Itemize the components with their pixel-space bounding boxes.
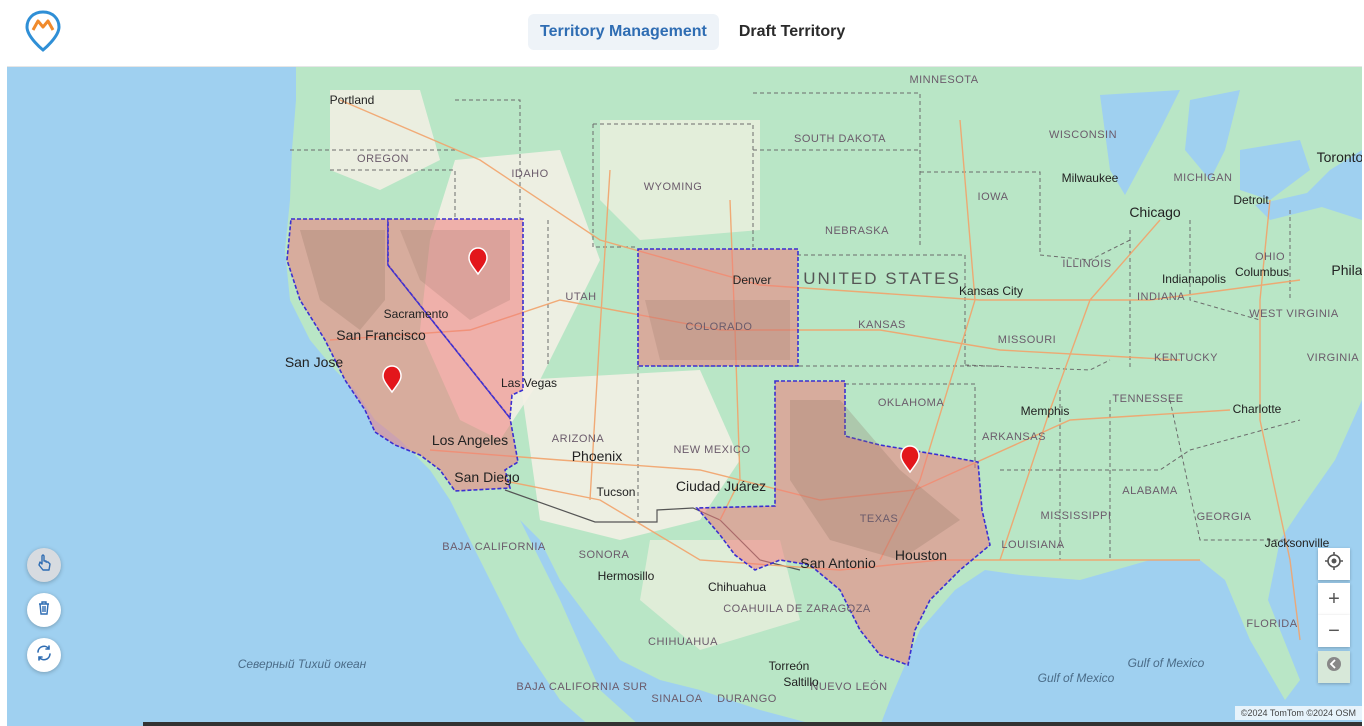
map-svg: UNITED STATES MINNESOTA OREGON IDAHO SOUTH … (7, 67, 1362, 726)
state-label: OREGON (357, 153, 409, 165)
app-root: Territory Management Draft Territory UNI… (0, 0, 1364, 726)
city-label: Toronto (1317, 149, 1362, 165)
top-bar: Territory Management Draft Territory (7, 0, 1362, 67)
city-label: Ciudad Juárez (676, 478, 766, 494)
state-label: LOUISIANA (1001, 539, 1064, 551)
state-label: WYOMING (644, 181, 703, 193)
state-label: KENTUCKY (1154, 352, 1218, 364)
city-label: Sacramento (384, 307, 449, 321)
trash-icon (36, 600, 52, 621)
state-label: COLORADO (686, 321, 753, 333)
state-label: MICHIGAN (1174, 172, 1233, 184)
state-label: MISSISSIPPI (1041, 510, 1112, 522)
refresh-button[interactable] (27, 638, 61, 672)
city-label: Portland (330, 93, 375, 107)
hand-pointer-icon (35, 553, 53, 577)
city-label: San Francisco (336, 327, 426, 343)
state-label: SINALOA (651, 693, 702, 705)
map-style-button[interactable] (1318, 651, 1350, 683)
app-logo-icon[interactable] (25, 10, 61, 52)
delete-button[interactable] (27, 593, 61, 627)
state-label: INDIANA (1137, 291, 1185, 303)
zoom-in-button[interactable]: + (1318, 583, 1350, 615)
map-attribution: ©2024 TomTom ©2024 OSM (1234, 706, 1362, 720)
city-label: Hermosillo (598, 569, 655, 583)
zoom-out-button[interactable]: − (1318, 615, 1350, 647)
state-label: IOWA (978, 191, 1009, 203)
state-label: IDAHO (511, 168, 548, 180)
state-label: UTAH (565, 291, 596, 303)
city-label: Milwaukee (1062, 171, 1119, 185)
state-label: CHIHUAHUA (648, 636, 718, 648)
state-label: SONORA (579, 549, 630, 561)
crosshair-icon (1324, 551, 1344, 577)
city-label: Kansas City (959, 284, 1023, 298)
draw-hand-button[interactable] (27, 548, 61, 582)
state-label: VIRGINIA (1307, 352, 1359, 364)
locate-button[interactable] (1318, 548, 1350, 580)
city-label: Phoenix (572, 448, 623, 464)
refresh-icon (35, 644, 53, 667)
map-layer-icon (1325, 655, 1343, 679)
plus-icon: + (1328, 587, 1340, 610)
state-label: KANSAS (858, 319, 906, 331)
state-label: MISSOURI (998, 334, 1056, 346)
state-label: TEXAS (860, 513, 899, 525)
state-label: MINNESOTA (909, 74, 978, 86)
city-label: Charlotte (1233, 402, 1282, 416)
water-label: Северный Тихий океан (238, 657, 367, 671)
city-label: Torreón (769, 659, 810, 673)
tab-bar: Territory Management Draft Territory (528, 14, 857, 50)
tab-draft-territory[interactable]: Draft Territory (727, 14, 857, 50)
state-label: TENNESSEE (1112, 393, 1183, 405)
city-label: Chihuahua (708, 580, 766, 594)
state-label: GEORGIA (1197, 511, 1252, 523)
state-label: WEST VIRGINIA (1249, 308, 1339, 320)
country-label: UNITED STATES (803, 269, 961, 288)
bottom-edge (143, 722, 1362, 726)
state-label: NUEVO LEÓN (810, 680, 887, 693)
water-label: Gulf of Mexico (1128, 656, 1205, 670)
state-label: SOUTH DAKOTA (794, 133, 886, 145)
city-label: Indianapolis (1162, 272, 1226, 286)
state-label: FLORIDA (1246, 618, 1297, 630)
state-label: OHIO (1255, 251, 1285, 263)
city-label: Phila (1331, 262, 1362, 278)
city-label: Denver (733, 273, 772, 287)
city-label: Los Angeles (432, 432, 508, 448)
state-label: BAJA CALIFORNIA (442, 541, 546, 553)
city-label: Chicago (1129, 204, 1181, 220)
city-label: Saltillo (783, 675, 819, 689)
map-canvas[interactable]: UNITED STATES MINNESOTA OREGON IDAHO SOUTH … (7, 67, 1362, 726)
city-label: San Diego (454, 469, 520, 485)
city-label: San Jose (285, 354, 344, 370)
state-label: WISCONSIN (1049, 129, 1117, 141)
state-label: ALABAMA (1122, 485, 1178, 497)
city-label: Memphis (1021, 404, 1070, 418)
city-label: Tucson (597, 485, 636, 499)
city-label: Columbus (1235, 265, 1289, 279)
state-label: DURANGO (717, 693, 777, 705)
city-label: Las Vegas (501, 376, 557, 390)
state-label: COAHUILA DE ZARAGOZA (723, 603, 871, 615)
state-label: NEBRASKA (825, 225, 889, 237)
state-label: OKLAHOMA (878, 397, 945, 409)
state-label: ARIZONA (552, 433, 605, 445)
tab-territory-management[interactable]: Territory Management (528, 14, 719, 50)
state-label: ILLINOIS (1062, 258, 1111, 270)
city-label: Detroit (1233, 193, 1269, 207)
state-label: NEW MEXICO (673, 444, 750, 456)
city-label: San Antonio (800, 555, 876, 571)
city-label: Houston (895, 547, 947, 563)
state-label: ARKANSAS (982, 431, 1046, 443)
water-label: Gulf of Mexico (1038, 671, 1115, 685)
state-label: BAJA CALIFORNIA SUR (516, 681, 647, 693)
minus-icon: − (1328, 619, 1340, 642)
